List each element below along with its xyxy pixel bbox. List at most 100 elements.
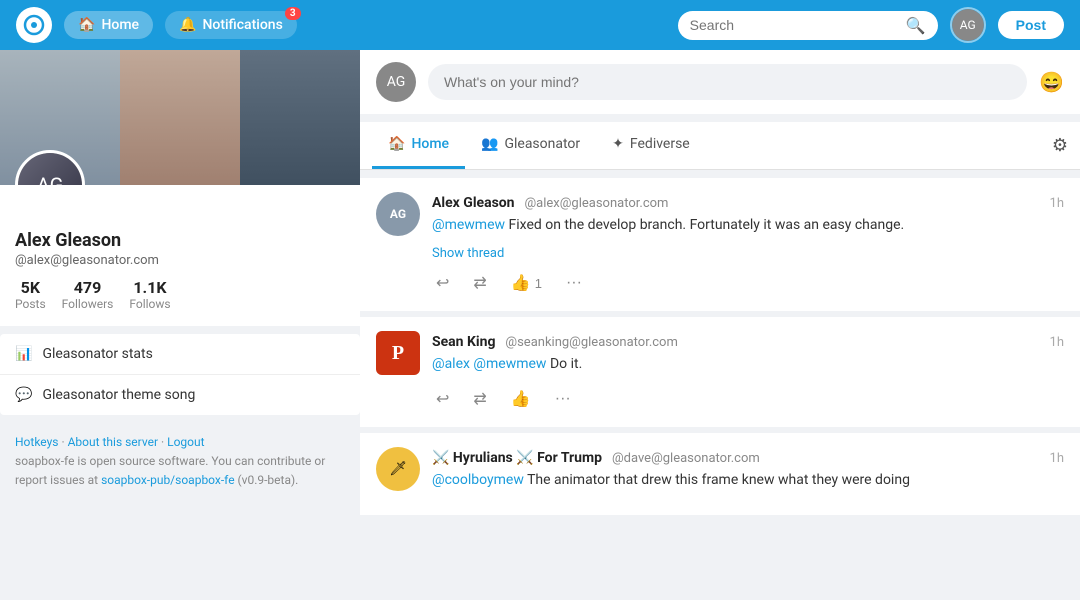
- like-icon-1: 👍: [511, 273, 531, 293]
- compose-input[interactable]: [428, 64, 1027, 100]
- post-body-text-2: Do it.: [550, 356, 582, 372]
- logo[interactable]: [16, 7, 52, 43]
- post-author-2: Sean King: [432, 334, 495, 350]
- post-header-2: Sean King @seanking@gleasonator.com 1h: [432, 331, 1064, 350]
- compose-avatar: AG: [376, 62, 416, 102]
- sidebar-links-card: 📊 Gleasonator stats 💬 Gleasonator theme …: [0, 334, 360, 415]
- post-meta-3: ⚔️ Hyrulians ⚔️ For Trump @dave@gleasona…: [432, 447, 760, 466]
- stats-link-label: Gleasonator stats: [42, 346, 152, 362]
- logout-link[interactable]: Logout: [167, 435, 204, 449]
- fediverse-tab-label: Fediverse: [630, 136, 690, 152]
- search-icon: 🔍: [906, 16, 926, 35]
- more-button-1[interactable]: ···: [562, 270, 586, 296]
- post-body-text-3: The animator that drew this frame knew w…: [527, 472, 910, 488]
- emoji-button[interactable]: 😄: [1039, 70, 1064, 94]
- chat-icon: 💬: [15, 387, 32, 403]
- footer-suffix: (v0.9-beta).: [238, 473, 299, 487]
- theme-song-link-label: Gleasonator theme song: [42, 387, 195, 403]
- home-tab-icon: 🏠: [388, 136, 405, 152]
- post-author-3: ⚔️ Hyrulians ⚔️ For Trump: [432, 450, 602, 466]
- post-meta-1: Alex Gleason @alex@gleasonator.com: [432, 192, 668, 211]
- notifications-badge: 3: [285, 7, 301, 20]
- post-avatar-sean[interactable]: P: [376, 331, 420, 375]
- main-layout: AG Alex Gleason @alex@gleasonator.com 5K…: [0, 50, 1080, 600]
- gleasonator-tab-icon: 👥: [481, 136, 498, 152]
- show-thread-1[interactable]: Show thread: [432, 246, 1064, 261]
- banner-photo-2: [120, 50, 240, 185]
- post-time-2: 1h: [1050, 335, 1064, 350]
- filter-icon[interactable]: ⚙: [1052, 135, 1068, 156]
- tabs-bar: 🏠 Home 👥 Gleasonator ✦ Fediverse ⚙: [360, 122, 1080, 170]
- like-button-1[interactable]: 👍 1: [507, 269, 546, 297]
- post-handle-3: @dave@gleasonator.com: [612, 451, 760, 466]
- post-meta-2: Sean King @seanking@gleasonator.com: [432, 331, 678, 350]
- main-content: AG 😄 🏠 Home 👥 Gleasonator ✦ Fediverse ⚙ …: [360, 50, 1080, 600]
- post-header-3: ⚔️ Hyrulians ⚔️ For Trump @dave@gleasona…: [432, 447, 1064, 466]
- compose-box: AG 😄: [360, 50, 1080, 114]
- post-mention-3[interactable]: @coolboymew: [432, 472, 524, 488]
- post-actions-2: ↩ ⇄ 👍 ···: [432, 385, 1064, 413]
- avatar: AG: [952, 9, 984, 41]
- gleasonator-tab-label: Gleasonator: [504, 136, 580, 152]
- repost-button-2[interactable]: ⇄: [469, 385, 490, 413]
- notifications-label: Notifications: [202, 17, 282, 33]
- tab-home[interactable]: 🏠 Home: [372, 122, 465, 169]
- user-avatar-button[interactable]: AG: [950, 7, 986, 43]
- stat-posts[interactable]: 5K Posts: [15, 278, 46, 311]
- post-avatar-alex[interactable]: AG: [376, 192, 420, 236]
- header: 🏠 Home 🔔 Notifications 3 🔍 AG Post: [0, 0, 1080, 50]
- post-time-3: 1h: [1050, 451, 1064, 466]
- post-item: AG Alex Gleason @alex@gleasonator.com 1h…: [360, 178, 1080, 311]
- like-button-2[interactable]: 👍: [507, 385, 535, 413]
- search-box[interactable]: 🔍: [678, 11, 938, 40]
- reply-button-2[interactable]: ↩: [432, 385, 453, 413]
- home-tab-label: Home: [411, 136, 449, 152]
- post-mention-1[interactable]: @mewmew: [432, 217, 505, 233]
- more-button-2[interactable]: ···: [551, 386, 575, 412]
- avatar-circle: AG: [18, 153, 82, 185]
- chart-icon: 📊: [15, 346, 32, 362]
- post-author-1: Alex Gleason: [432, 195, 515, 211]
- post-item-3: 🗡 ⚔️ Hyrulians ⚔️ For Trump @dave@gleaso…: [360, 433, 1080, 515]
- post-body-3: ⚔️ Hyrulians ⚔️ For Trump @dave@gleasona…: [432, 447, 1064, 501]
- follows-label: Follows: [129, 297, 170, 311]
- sidebar-item-stats[interactable]: 📊 Gleasonator stats: [0, 334, 360, 375]
- sidebar-item-theme-song[interactable]: 💬 Gleasonator theme song: [0, 375, 360, 415]
- post-handle-1: @alex@gleasonator.com: [525, 196, 669, 211]
- about-server-link[interactable]: About this server: [68, 435, 158, 449]
- post-body-1: Alex Gleason @alex@gleasonator.com 1h @m…: [432, 192, 1064, 297]
- tab-fediverse[interactable]: ✦ Fediverse: [596, 122, 706, 169]
- post-actions-1: ↩ ⇄ 👍 1 ···: [432, 269, 1064, 297]
- bell-icon: 🔔: [179, 17, 196, 33]
- reply-button-1[interactable]: ↩: [432, 269, 453, 297]
- post-mention-2[interactable]: @alex @mewmew: [432, 356, 546, 372]
- profile-info: Alex Gleason @alex@gleasonator.com 5K Po…: [0, 185, 360, 326]
- stat-followers[interactable]: 479 Followers: [62, 278, 114, 311]
- posts-value: 5K: [15, 278, 46, 297]
- followers-value: 479: [62, 278, 114, 297]
- home-nav-button[interactable]: 🏠 Home: [64, 11, 153, 39]
- follows-value: 1.1K: [129, 278, 170, 297]
- post-avatar-hyrulians[interactable]: 🗡: [376, 447, 420, 491]
- post-body-2: Sean King @seanking@gleasonator.com 1h @…: [432, 331, 1064, 413]
- post-header-1: Alex Gleason @alex@gleasonator.com 1h: [432, 192, 1064, 211]
- post-button[interactable]: Post: [998, 11, 1064, 39]
- soapbox-link[interactable]: soapbox-pub/soapbox-fe: [101, 473, 235, 487]
- followers-label: Followers: [62, 297, 114, 311]
- fediverse-tab-icon: ✦: [612, 136, 624, 152]
- like-count-1: 1: [535, 276, 542, 291]
- post-text-3: @coolboymew The animator that drew this …: [432, 470, 1064, 491]
- post-text-1: @mewmew Fixed on the develop branch. For…: [432, 215, 1064, 236]
- profile-handle: @alex@gleasonator.com: [15, 253, 345, 268]
- posts-label: Posts: [15, 297, 46, 311]
- sidebar: AG Alex Gleason @alex@gleasonator.com 5K…: [0, 50, 360, 600]
- search-input[interactable]: [690, 17, 900, 33]
- hotkeys-link[interactable]: Hotkeys: [15, 435, 58, 449]
- stat-follows[interactable]: 1.1K Follows: [129, 278, 170, 311]
- tab-gleasonator[interactable]: 👥 Gleasonator: [465, 122, 596, 169]
- post-text-2: @alex @mewmew Do it.: [432, 354, 1064, 375]
- profile-stats: 5K Posts 479 Followers 1.1K Follows: [15, 278, 345, 311]
- repost-button-1[interactable]: ⇄: [469, 269, 490, 297]
- notifications-nav-button[interactable]: 🔔 Notifications 3: [165, 11, 297, 39]
- banner-photo-3: [240, 50, 360, 185]
